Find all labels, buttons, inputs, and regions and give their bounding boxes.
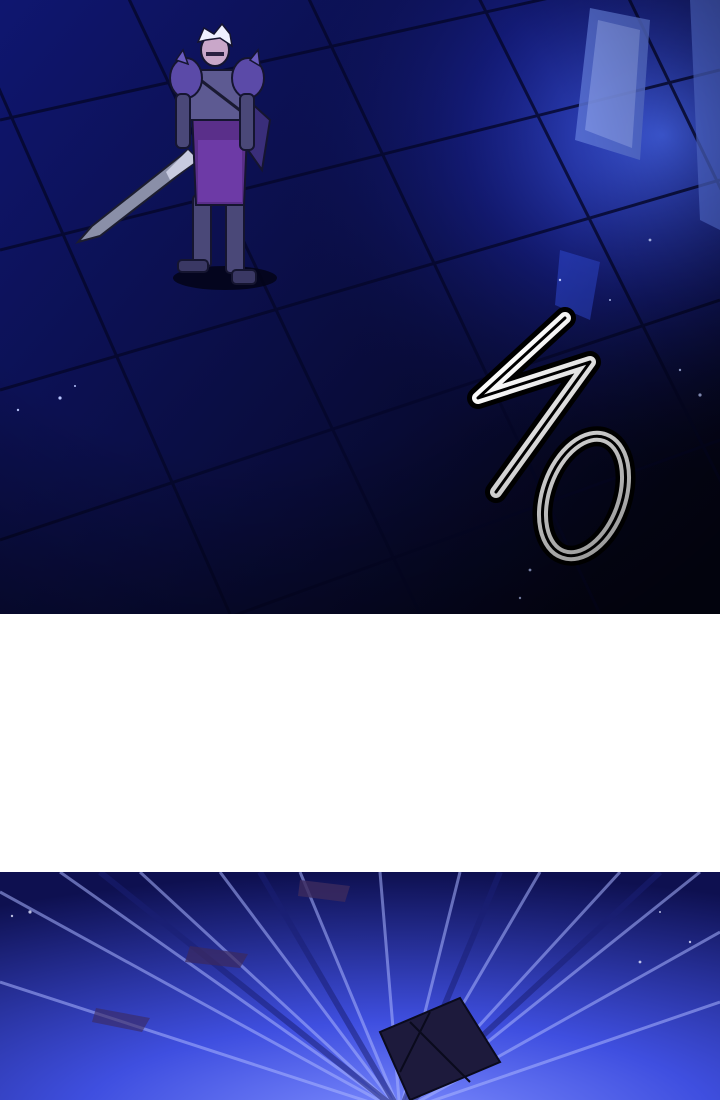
dungeon-scene bbox=[0, 0, 720, 614]
speed-burst bbox=[0, 872, 720, 1100]
panel-gutter bbox=[0, 614, 720, 872]
comic-page bbox=[0, 0, 720, 1100]
bottom-panel bbox=[0, 872, 720, 1100]
top-panel bbox=[0, 0, 720, 614]
